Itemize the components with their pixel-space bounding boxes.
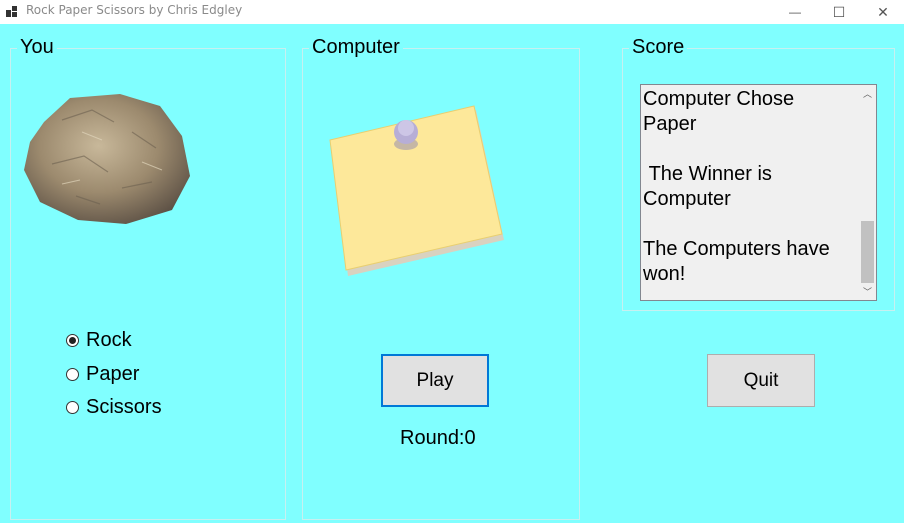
title-bar[interactable]: Rock Paper Scissors by Chris Edgley — ☐ … bbox=[0, 0, 904, 24]
minimize-icon: — bbox=[789, 5, 801, 19]
rock-radio-circle[interactable] bbox=[66, 334, 79, 347]
app-icon bbox=[6, 6, 17, 17]
round-counter: Round:0 bbox=[400, 427, 476, 449]
rock-radio-label: Rock bbox=[86, 329, 132, 351]
maximize-button[interactable]: ☐ bbox=[816, 0, 862, 24]
close-button[interactable]: ✕ bbox=[860, 0, 904, 24]
scissors-radio-label: Scissors bbox=[86, 396, 162, 418]
paper-radio-label: Paper bbox=[86, 363, 140, 385]
window-title: Rock Paper Scissors by Chris Edgley bbox=[26, 3, 243, 17]
scroll-down-icon[interactable]: ﹀ bbox=[859, 283, 876, 300]
play-button[interactable]: Play bbox=[381, 354, 489, 407]
rock-radio[interactable]: Rock bbox=[66, 329, 132, 352]
scissors-radio-circle[interactable] bbox=[66, 401, 79, 414]
scroll-up-icon[interactable]: ︿ bbox=[859, 85, 876, 102]
you-group-label: You bbox=[17, 34, 57, 60]
maximize-icon: ☐ bbox=[832, 3, 846, 20]
sticky-note-paper-image bbox=[329, 105, 504, 276]
score-log-text: Computer Chose Paper The Winner is Compu… bbox=[643, 88, 830, 285]
minimize-button[interactable]: — bbox=[772, 0, 818, 24]
quit-button[interactable]: Quit bbox=[707, 354, 815, 407]
score-textbox[interactable]: Computer Chose Paper The Winner is Compu… bbox=[640, 84, 877, 301]
close-icon: ✕ bbox=[877, 3, 889, 20]
paper-radio[interactable]: Paper bbox=[66, 363, 139, 386]
paper-radio-circle[interactable] bbox=[66, 368, 79, 381]
computer-group-label: Computer bbox=[309, 34, 403, 60]
score-group-label: Score bbox=[629, 34, 688, 60]
scroll-thumb[interactable] bbox=[861, 221, 874, 283]
score-scrollbar[interactable]: ︿ ﹀ bbox=[859, 85, 876, 300]
scissors-radio[interactable]: Scissors bbox=[66, 396, 162, 419]
rock-image bbox=[24, 94, 190, 224]
